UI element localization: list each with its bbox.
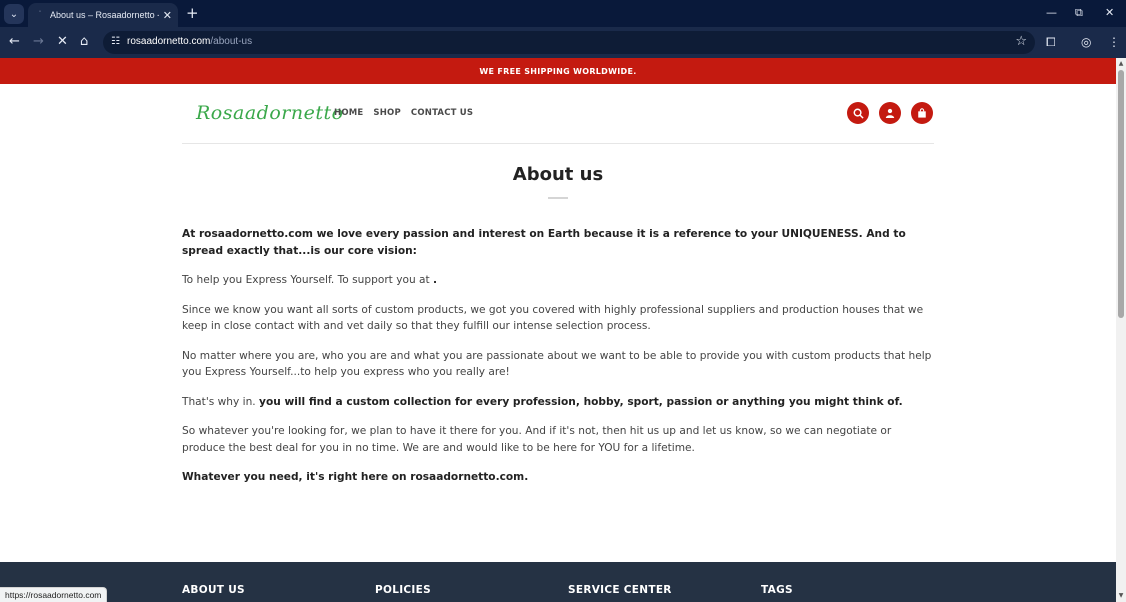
browser-tab-active[interactable]: ˙ About us – Rosaadornetto - Fre ✕ (28, 3, 178, 27)
site-footer: ABOUT US POLICIES SERVICE CENTER TAGS (0, 562, 1116, 602)
scroll-down-arrow-icon[interactable]: ▼ (1118, 592, 1124, 599)
intro-paragraph: At rosaadornetto.com we love every passi… (182, 228, 906, 257)
support-paragraph: So whatever you're looking for, we plan … (182, 425, 892, 454)
address-bar[interactable]: ☷ rosaadornetto.com/about-us ☆ (103, 31, 1035, 54)
loading-favicon-icon: ˙ (38, 10, 42, 19)
site-logo[interactable]: Rosaadornetto (196, 102, 344, 124)
scroll-up-arrow-icon[interactable]: ▲ (1118, 60, 1124, 67)
home-icon[interactable]: ⌂ (80, 34, 88, 50)
footer-heading-policies: POLICIES (375, 584, 431, 596)
account-user-icon[interactable] (879, 102, 901, 124)
tab-close-icon[interactable]: ✕ (163, 9, 172, 22)
back-arrow-icon[interactable]: ← (9, 34, 20, 50)
announcement-text: WE FREE SHIPPING WORLDWIDE. (479, 66, 637, 76)
collection-paragraph: That's why in. you will find a custom co… (182, 395, 903, 408)
stop-loading-icon[interactable]: ✕ (57, 34, 68, 50)
new-tab-plus-icon[interactable]: + (186, 4, 199, 22)
extensions-puzzle-icon[interactable]: ⧠ (1046, 34, 1056, 50)
window-close-icon[interactable]: ✕ (1105, 6, 1114, 19)
browser-toolbar: ← → ✕ ⌂ ☷ rosaadornetto.com/about-us ☆ ⧠… (0, 27, 1126, 58)
custom-products-paragraph: No matter where you are, who you are and… (182, 349, 932, 379)
closing-paragraph: Whatever you need, it's right here on ro… (182, 471, 529, 483)
browser-menu-icon[interactable]: ⋮ (1108, 34, 1120, 50)
cart-bag-icon[interactable] (911, 102, 933, 124)
suppliers-paragraph: Since we know you want all sorts of cust… (182, 303, 924, 333)
nav-shop[interactable]: SHOP (373, 108, 401, 118)
status-url-bubble: https://rosaadornetto.com (0, 587, 108, 602)
footer-heading-service-center: SERVICE CENTER (568, 584, 672, 596)
footer-heading-about-us: ABOUT US (182, 584, 245, 596)
nav-contact-us[interactable]: CONTACT US (411, 108, 473, 118)
nav-home[interactable]: HOME (334, 108, 363, 118)
site-header: Rosaadornetto HOME SHOP CONTACT US (182, 84, 934, 144)
search-icon[interactable] (847, 102, 869, 124)
forward-arrow-icon[interactable]: → (33, 34, 44, 50)
restore-icon[interactable]: ⧉ (1075, 6, 1083, 20)
profile-icon[interactable]: ◎ (1081, 34, 1091, 50)
main-nav: HOME SHOP CONTACT US (334, 108, 473, 118)
minimize-icon[interactable]: — (1046, 6, 1057, 19)
footer-heading-tags: TAGS (761, 584, 793, 596)
tab-title: About us – Rosaadornetto - Fre (50, 10, 159, 20)
browser-tab-bar: ⌄ ˙ About us – Rosaadornetto - Fre ✕ + —… (0, 0, 1126, 27)
page-title: About us (512, 164, 604, 185)
page-scrollbar[interactable]: ▲ ▼ (1116, 58, 1126, 602)
address-url[interactable]: rosaadornetto.com/about-us (127, 36, 252, 47)
about-content: At rosaadornetto.com we love every passi… (182, 226, 934, 499)
tab-search-chevron-icon[interactable]: ⌄ (4, 4, 24, 24)
page-viewport: WE FREE SHIPPING WORLDWIDE. Rosaadornett… (0, 58, 1116, 602)
announcement-bar: WE FREE SHIPPING WORLDWIDE. (0, 58, 1116, 84)
bookmark-star-icon[interactable]: ☆ (1015, 34, 1027, 49)
scroll-thumb[interactable] (1118, 70, 1124, 318)
title-divider (548, 197, 568, 199)
site-info-icon[interactable]: ☷ (111, 36, 120, 47)
mission-paragraph: To help you Express Yourself. To support… (182, 274, 438, 286)
